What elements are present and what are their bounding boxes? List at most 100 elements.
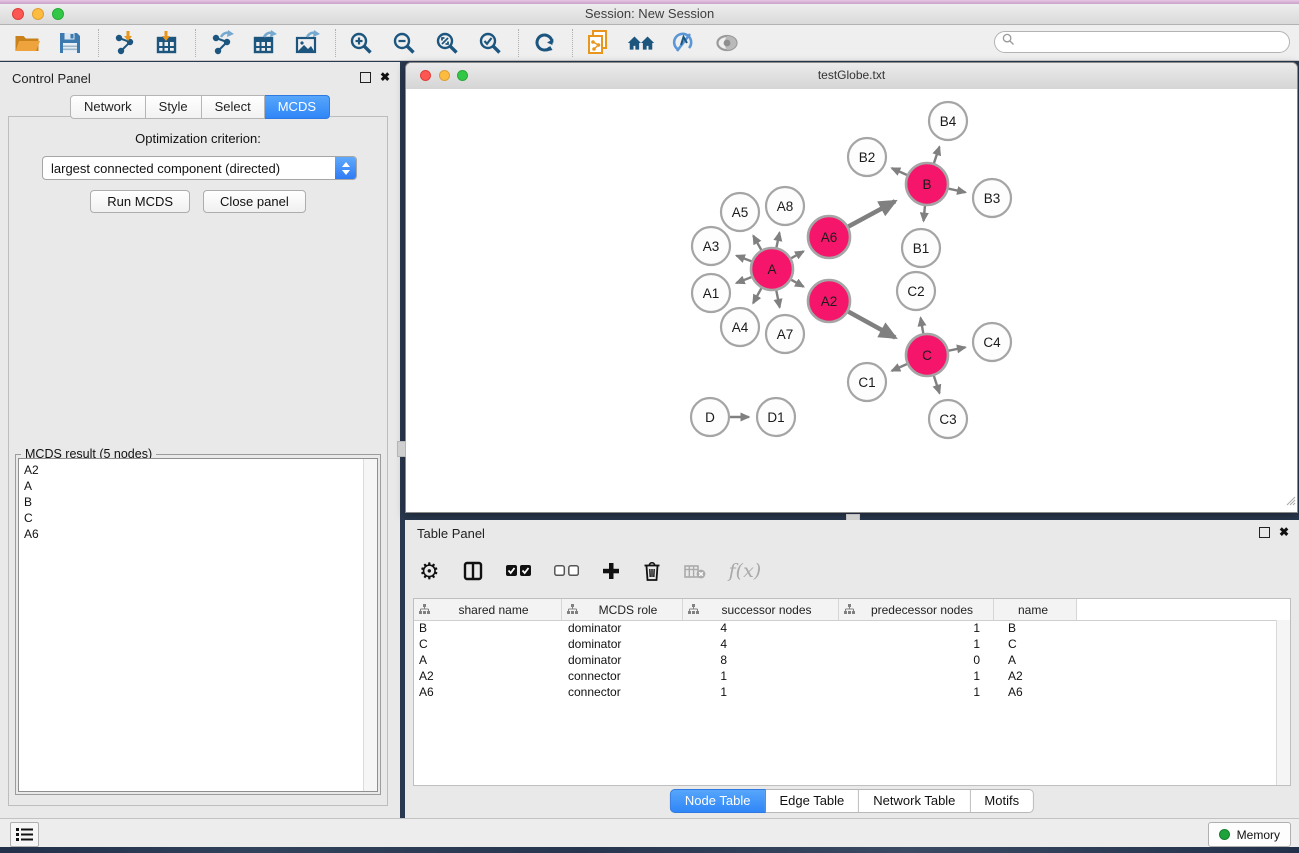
tab-network[interactable]: Network [70, 95, 146, 119]
cell-MCDS-role[interactable]: connector [562, 669, 683, 685]
cell-successor-nodes[interactable]: 1 [683, 669, 839, 685]
node-B1[interactable]: B1 [902, 229, 940, 267]
node-C3[interactable]: C3 [929, 400, 967, 438]
cell-shared-name[interactable]: A6 [414, 685, 562, 701]
zoom-fit-icon[interactable] [432, 28, 462, 58]
cell-name[interactable]: C [994, 637, 1077, 653]
export-table-icon[interactable] [249, 28, 279, 58]
cell-successor-nodes[interactable]: 4 [683, 637, 839, 653]
create-column-icon[interactable] [602, 562, 620, 580]
node-C2[interactable]: C2 [897, 272, 935, 310]
cell-predecessor-nodes[interactable]: 1 [839, 669, 994, 685]
cell-successor-nodes[interactable]: 1 [683, 685, 839, 701]
show-columns-icon[interactable] [463, 561, 483, 581]
window-resize-grip[interactable] [1284, 493, 1296, 511]
column-header-successor-nodes[interactable]: successor nodes [683, 599, 839, 620]
search-box[interactable] [994, 31, 1290, 53]
cell-name[interactable]: A2 [994, 669, 1077, 685]
cell-predecessor-nodes[interactable]: 1 [839, 621, 994, 637]
delete-column-icon[interactable] [643, 561, 661, 581]
main-titlebar[interactable]: Session: New Session [0, 4, 1299, 25]
import-table-icon[interactable] [152, 28, 182, 58]
result-list-item[interactable]: A2 [24, 462, 377, 478]
column-header-MCDS-role[interactable]: MCDS role [562, 599, 683, 620]
node-A4[interactable]: A4 [721, 308, 759, 346]
table-row[interactable]: Adominator80A [414, 653, 1290, 669]
export-image-icon[interactable] [292, 28, 322, 58]
tab-motifs[interactable]: Motifs [970, 789, 1034, 813]
cell-shared-name[interactable]: A2 [414, 669, 562, 685]
network-window-titlebar[interactable]: testGlobe.txt [406, 63, 1297, 90]
network-graph[interactable]: AA6A2BCA1A3A4A5A7A8B1B2B3B4C1C2C3C4DD1 [406, 89, 1297, 512]
node-C1[interactable]: C1 [848, 363, 886, 401]
table-row[interactable]: Bdominator41B [414, 621, 1290, 637]
zoom-out-icon[interactable] [389, 28, 419, 58]
select-all-icon[interactable] [506, 565, 531, 577]
close-panel-button[interactable]: Close panel [203, 190, 306, 213]
export-network-icon[interactable] [206, 28, 236, 58]
cell-name[interactable]: A [994, 653, 1077, 669]
tab-network-table[interactable]: Network Table [859, 789, 970, 813]
close-panel-icon[interactable]: ✖ [380, 71, 390, 83]
cell-name[interactable]: B [994, 621, 1077, 637]
result-list-item[interactable]: A6 [24, 526, 377, 542]
node-D[interactable]: D [691, 398, 729, 436]
result-list-item[interactable]: B [24, 494, 377, 510]
tab-node-table[interactable]: Node Table [670, 789, 766, 813]
table-settings-icon[interactable]: ⚙ [419, 560, 440, 583]
node-D1[interactable]: D1 [757, 398, 795, 436]
cell-shared-name[interactable]: B [414, 621, 562, 637]
result-list-item[interactable]: C [24, 510, 377, 526]
horizontal-splitter-handle[interactable] [397, 441, 406, 457]
node-C4[interactable]: C4 [973, 323, 1011, 361]
node-B2[interactable]: B2 [848, 138, 886, 176]
task-history-button[interactable] [10, 822, 39, 847]
cell-MCDS-role[interactable]: dominator [562, 637, 683, 653]
float-panel-icon[interactable] [360, 72, 371, 83]
node-B[interactable]: B [906, 163, 948, 205]
node-C[interactable]: C [906, 334, 948, 376]
node-A2[interactable]: A2 [808, 280, 850, 322]
cell-MCDS-role[interactable]: connector [562, 685, 683, 701]
column-header-shared-name[interactable]: shared name [414, 599, 562, 620]
node-A3[interactable]: A3 [692, 227, 730, 265]
run-mcds-button[interactable]: Run MCDS [90, 190, 190, 213]
cell-predecessor-nodes[interactable]: 0 [839, 653, 994, 669]
node-A5[interactable]: A5 [721, 193, 759, 231]
tab-style[interactable]: Style [146, 95, 202, 119]
memory-button[interactable]: Memory [1208, 822, 1291, 847]
close-table-panel-icon[interactable]: ✖ [1279, 526, 1289, 538]
cell-successor-nodes[interactable]: 8 [683, 653, 839, 669]
tab-select[interactable]: Select [202, 95, 265, 119]
network-overview-icon[interactable] [626, 28, 656, 58]
column-header-name[interactable]: name [994, 599, 1077, 620]
cell-name[interactable]: A6 [994, 685, 1077, 701]
zoom-in-icon[interactable] [346, 28, 376, 58]
float-table-panel-icon[interactable] [1259, 527, 1270, 538]
table-scrollbar[interactable] [1276, 620, 1290, 785]
search-input[interactable] [1019, 34, 1289, 50]
cell-MCDS-role[interactable]: dominator [562, 653, 683, 669]
save-session-icon[interactable] [55, 28, 85, 58]
node-A6[interactable]: A6 [808, 216, 850, 258]
import-network-icon[interactable] [109, 28, 139, 58]
criterion-select[interactable]: largest connected component (directed) [42, 156, 357, 180]
node-B4[interactable]: B4 [929, 102, 967, 140]
cell-shared-name[interactable]: A [414, 653, 562, 669]
zoom-selected-icon[interactable] [475, 28, 505, 58]
hide-annotations-icon[interactable] [669, 28, 699, 58]
deselect-all-icon[interactable] [554, 565, 579, 577]
table-row[interactable]: A6connector11A6 [414, 685, 1290, 701]
result-list-item[interactable]: A [24, 478, 377, 494]
tab-edge-table[interactable]: Edge Table [765, 789, 859, 813]
tab-mcds[interactable]: MCDS [265, 95, 330, 119]
cell-shared-name[interactable]: C [414, 637, 562, 653]
mcds-result-list[interactable]: A2ABCA6 [18, 458, 378, 792]
cell-predecessor-nodes[interactable]: 1 [839, 637, 994, 653]
show-graphics-details-icon[interactable] [712, 28, 742, 58]
node-A[interactable]: A [751, 248, 793, 290]
duplicate-network-icon[interactable] [583, 28, 613, 58]
result-list-scrollbar[interactable] [363, 459, 377, 791]
table-row[interactable]: Cdominator41C [414, 637, 1290, 653]
column-header-predecessor-nodes[interactable]: predecessor nodes [839, 599, 994, 620]
